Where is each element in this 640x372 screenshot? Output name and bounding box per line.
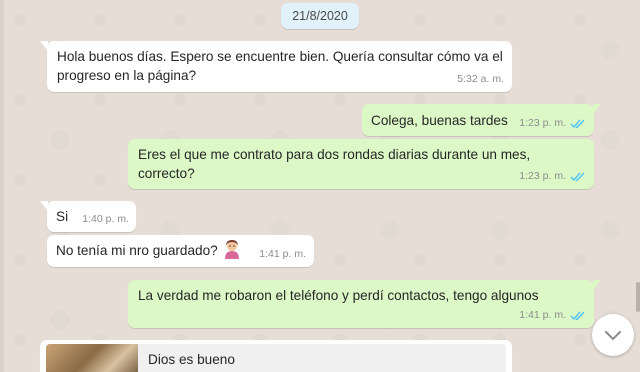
message-time: 1:23 p. m. bbox=[519, 114, 586, 133]
message-text: La verdad me robaron el teléfono y perdí… bbox=[138, 288, 539, 303]
left-panel-edge bbox=[0, 0, 4, 372]
double-check-icon bbox=[570, 172, 585, 182]
message-time: 1:23 p. m. bbox=[519, 167, 586, 186]
message-outgoing[interactable]: Eres el que me contrato para dos rondas … bbox=[128, 139, 594, 189]
message-text: Si bbox=[56, 209, 69, 224]
link-preview[interactable]: Dios es bueno bbox=[46, 344, 506, 372]
message-time: 1:40 p. m. bbox=[82, 213, 129, 225]
message-text: Hola buenos días. Espero se encuentre bi… bbox=[57, 49, 503, 64]
link-preview-title: Dios es bueno bbox=[148, 352, 235, 367]
message-incoming[interactable]: Si 1:40 p. m. bbox=[40, 201, 136, 232]
link-preview-message[interactable]: Dios es bueno bbox=[40, 340, 512, 372]
message-outgoing[interactable]: Colega, buenas tardes 1:23 p. m. bbox=[362, 104, 601, 136]
woman-tipping-hand-emoji bbox=[224, 240, 239, 260]
message-incoming[interactable]: No tenía mi nro guardado? 1:41 p. m. bbox=[47, 235, 314, 267]
message-time: 5:32 a. m. bbox=[457, 73, 504, 85]
double-check-icon bbox=[570, 311, 585, 321]
double-check-icon bbox=[570, 119, 585, 129]
message-incoming[interactable]: Hola buenos días. Espero se encuentre bi… bbox=[40, 41, 512, 92]
message-time: 1:41 p. m. bbox=[519, 306, 586, 325]
message-time: 1:41 p. m. bbox=[259, 248, 306, 260]
message-text: Colega, buenas tardes bbox=[371, 113, 508, 128]
date-divider: 21/8/2020 bbox=[281, 3, 359, 29]
link-preview-thumbnail bbox=[46, 344, 138, 372]
scrollbar-thumb[interactable] bbox=[636, 282, 640, 312]
message-text: progreso en la página? bbox=[57, 68, 197, 83]
scrollbar[interactable] bbox=[635, 0, 640, 372]
chat-background: 21/8/2020 Hola buenos días. Espero se en… bbox=[0, 0, 640, 372]
message-text: No tenía mi nro guardado? bbox=[56, 240, 242, 260]
date-divider-label: 21/8/2020 bbox=[292, 9, 348, 23]
message-outgoing[interactable]: La verdad me robaron el teléfono y perdí… bbox=[128, 280, 601, 328]
message-text: correcto? bbox=[138, 166, 195, 181]
chevron-down-icon bbox=[605, 331, 621, 341]
message-text: Eres el que me contrato para dos rondas … bbox=[138, 147, 531, 162]
scroll-to-bottom-button[interactable] bbox=[592, 314, 634, 356]
